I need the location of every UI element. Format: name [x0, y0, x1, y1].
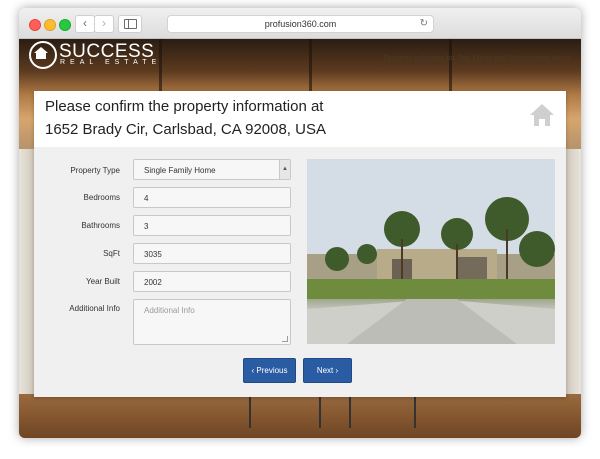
bedrooms-value: 4: [144, 194, 149, 203]
chevron-right-icon: ›: [102, 16, 106, 30]
street-view-image: [307, 159, 555, 344]
additional-info-placeholder: Additional Info: [144, 306, 195, 315]
next-button[interactable]: Next ›: [303, 358, 352, 383]
sidebar-toggle-button[interactable]: [118, 15, 142, 33]
card-header: Please confirm the property information …: [34, 91, 566, 147]
property-type-value: Single Family Home: [144, 166, 216, 175]
property-type-label: Property Type: [70, 166, 120, 175]
year-built-label: Year Built: [86, 277, 120, 286]
ceiling-beam: [449, 39, 452, 99]
kitchen-floor: [19, 394, 581, 438]
url-text: profusion360.com: [264, 19, 337, 29]
zoom-window-button[interactable]: [59, 19, 71, 31]
confirm-heading: Please confirm the property information …: [45, 98, 324, 115]
sidebar-icon: [124, 19, 137, 29]
bedrooms-input[interactable]: 4: [133, 187, 291, 208]
additional-info-label: Additional Info: [69, 304, 120, 313]
sqft-label: SqFt: [103, 249, 120, 258]
browser-titlebar: ‹ › profusion360.com ↻: [19, 8, 581, 39]
property-type-select[interactable]: Single Family Home ▲: [133, 159, 291, 180]
browser-window: ‹ › profusion360.com ↻ SUCCESS REAL ESTA…: [19, 8, 581, 438]
back-button[interactable]: ‹: [75, 15, 95, 33]
ceiling-beam: [159, 39, 162, 99]
logo-subtitle: REAL ESTATE: [60, 59, 162, 66]
address-bar[interactable]: profusion360.com ↻: [167, 15, 434, 33]
ceiling-beam: [309, 39, 312, 99]
forward-button[interactable]: ›: [94, 15, 114, 33]
chevron-down-icon: ▲: [279, 160, 290, 179]
site-tagline: Property valuation for San Diego and Sur…: [383, 53, 571, 62]
reload-icon[interactable]: ↻: [420, 16, 428, 32]
property-confirm-card: Please confirm the property information …: [34, 91, 566, 397]
page-background: SUCCESS REAL ESTATE Property valuation f…: [19, 39, 581, 438]
bathrooms-input[interactable]: 3: [133, 215, 291, 236]
additional-info-textarea[interactable]: Additional Info: [133, 299, 291, 345]
property-address: 1652 Brady Cir, Carlsbad, CA 92008, USA: [45, 121, 326, 138]
bathrooms-label: Bathrooms: [81, 221, 120, 230]
year-built-input[interactable]: 2002: [133, 271, 291, 292]
home-icon: [530, 104, 554, 126]
year-built-value: 2002: [144, 278, 162, 287]
bedrooms-label: Bedrooms: [83, 193, 120, 202]
sqft-value: 3035: [144, 250, 162, 259]
sqft-input[interactable]: 3035: [133, 243, 291, 264]
minimize-window-button[interactable]: [44, 19, 56, 31]
chevron-left-icon: ‹: [83, 16, 87, 30]
previous-button[interactable]: ‹ Previous: [243, 358, 296, 383]
bathrooms-value: 3: [144, 222, 149, 231]
close-window-button[interactable]: [29, 19, 41, 31]
street-view-photo: [307, 159, 555, 344]
resize-handle[interactable]: [282, 336, 288, 342]
house-logo-icon: [34, 47, 48, 59]
